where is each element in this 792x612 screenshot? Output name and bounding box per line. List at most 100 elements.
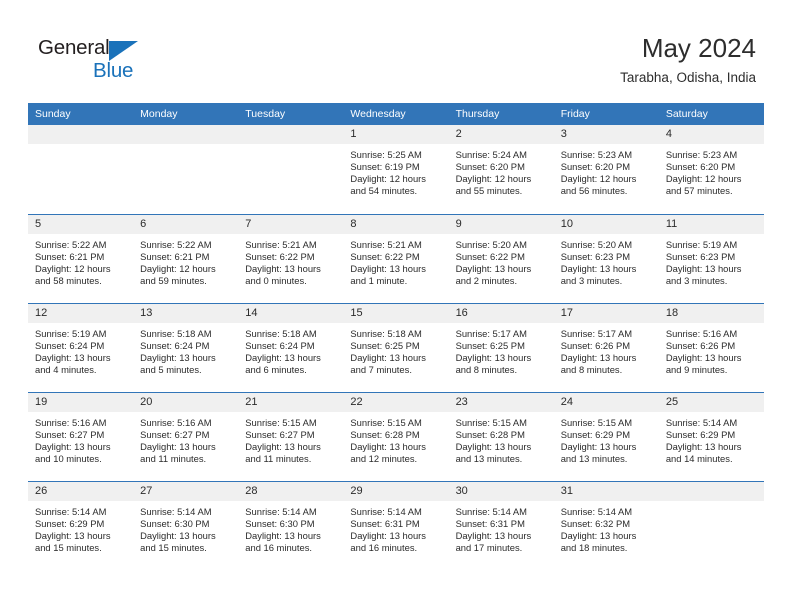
daylight-duration-line2: and 18 minutes. — [560, 541, 628, 553]
calendar-day-cell[interactable]: 24 Sunrise: 5:15 AM Sunset: 6:29 PM Dayligh… — [553, 391, 659, 481]
calendar-day-cell[interactable]: 1 Sunrise: 5:25 AM Sunset: 6:19 PM Daylight… — [343, 125, 449, 214]
calendar-day-cell[interactable]: 25 Sunrise: 5:14 AM Sunset: 6:29 PM Dayligh… — [658, 391, 764, 481]
sunrise-time: Sunrise: 5:18 AM — [140, 327, 212, 339]
weekday-header-thursday: Thursday — [448, 103, 554, 125]
day-number: 17 — [553, 303, 659, 323]
daylight-duration-line2: and 59 minutes. — [140, 274, 207, 286]
calendar-day-cell[interactable]: 7 Sunrise: 5:21 AM Sunset: 6:22 PM Daylight… — [238, 213, 344, 303]
day-number — [238, 125, 344, 144]
daylight-duration-line1: Daylight: 13 hours — [560, 529, 637, 541]
calendar-day-cell[interactable]: 30 Sunrise: 5:14 AM Sunset: 6:31 PM Dayligh… — [448, 480, 554, 570]
calendar-day-cell[interactable]: 27 Sunrise: 5:14 AM Sunset: 6:30 PM Dayligh… — [133, 480, 239, 570]
day-details: Sunrise: 5:22 AM Sunset: 6:21 PM Daylight:… — [133, 234, 238, 287]
day-number: 29 — [343, 481, 449, 501]
sunrise-time: Sunrise: 5:17 AM — [455, 327, 527, 339]
daylight-duration-line1: Daylight: 13 hours — [350, 529, 426, 541]
sunrise-time: Sunrise: 5:20 AM — [560, 238, 633, 250]
sunset-time: Sunset: 6:29 PM — [665, 428, 736, 440]
daylight-duration-line1: Daylight: 13 hours — [140, 440, 216, 452]
daylight-duration-line1: Daylight: 12 hours — [455, 173, 532, 185]
calendar-day-cell[interactable]: 29 Sunrise: 5:14 AM Sunset: 6:31 PM Dayligh… — [343, 480, 449, 570]
title-block: May 2024 Tarabha, Odisha, India — [620, 32, 756, 88]
calendar-day-cell[interactable]: 13 Sunrise: 5:18 AM Sunset: 6:24 PM Dayligh… — [133, 302, 239, 392]
sunrise-time: Sunrise: 5:14 AM — [455, 505, 527, 517]
calendar-day-cell-empty — [238, 125, 344, 214]
sunset-time: Sunset: 6:30 PM — [245, 517, 315, 529]
sunset-time: Sunset: 6:22 PM — [245, 250, 315, 262]
daylight-duration-line1: Daylight: 13 hours — [350, 440, 426, 452]
day-number: 12 — [28, 303, 134, 323]
calendar-day-cell[interactable]: 14 Sunrise: 5:18 AM Sunset: 6:24 PM Dayligh… — [238, 302, 344, 392]
daylight-duration-line2: and 56 minutes. — [560, 185, 628, 197]
calendar-day-cell[interactable]: 22 Sunrise: 5:15 AM Sunset: 6:28 PM Dayligh… — [343, 391, 449, 481]
calendar-day-cell[interactable]: 19 Sunrise: 5:16 AM Sunset: 6:27 PM Dayligh… — [28, 391, 134, 481]
daylight-duration-line2: and 10 minutes. — [35, 452, 102, 464]
sunset-time: Sunset: 6:21 PM — [35, 250, 105, 262]
calendar-day-cell[interactable]: 2 Sunrise: 5:24 AM Sunset: 6:20 PM Daylight… — [448, 125, 554, 214]
page-header: General Blue May 2024 Tarabha, Odisha, I… — [0, 0, 792, 100]
calendar-day-cell[interactable]: 11 Sunrise: 5:19 AM Sunset: 6:23 PM Dayligh… — [658, 213, 764, 303]
calendar-day-cell[interactable]: 20 Sunrise: 5:16 AM Sunset: 6:27 PM Dayligh… — [133, 391, 239, 481]
calendar-week-row: 5 Sunrise: 5:22 AM Sunset: 6:21 PM Daylight… — [28, 213, 764, 303]
daylight-duration-line1: Daylight: 13 hours — [140, 351, 216, 363]
day-details: Sunrise: 5:14 AM Sunset: 6:31 PM Daylight:… — [449, 501, 554, 554]
calendar-day-cell[interactable]: 31 Sunrise: 5:14 AM Sunset: 6:32 PM Dayligh… — [553, 480, 659, 570]
calendar-day-cell[interactable]: 21 Sunrise: 5:15 AM Sunset: 6:27 PM Dayligh… — [238, 391, 344, 481]
sunrise-time: Sunrise: 5:14 AM — [245, 505, 317, 517]
daylight-duration-line2: and 16 minutes. — [245, 541, 312, 553]
calendar-day-cell[interactable]: 18 Sunrise: 5:16 AM Sunset: 6:26 PM Dayligh… — [658, 302, 764, 392]
calendar-day-cell[interactable]: 26 Sunrise: 5:14 AM Sunset: 6:29 PM Dayligh… — [28, 480, 134, 570]
day-details: Sunrise: 5:14 AM Sunset: 6:32 PM Daylight:… — [554, 501, 659, 554]
daylight-duration-line2: and 58 minutes. — [35, 274, 102, 286]
day-details: Sunrise: 5:14 AM Sunset: 6:31 PM Daylight:… — [343, 501, 448, 554]
daylight-duration-line1: Daylight: 12 hours — [665, 173, 742, 185]
day-number: 2 — [448, 125, 554, 144]
calendar-day-cell[interactable]: 3 Sunrise: 5:23 AM Sunset: 6:20 PM Daylight… — [553, 125, 659, 214]
calendar-day-cell[interactable]: 8 Sunrise: 5:21 AM Sunset: 6:22 PM Daylight… — [343, 213, 449, 303]
sunrise-sunset-calendar: Sunday Monday Tuesday Wednesday Thursday Frid… — [28, 103, 764, 570]
day-details: Sunrise: 5:22 AM Sunset: 6:21 PM Daylight:… — [28, 234, 133, 287]
sunrise-time: Sunrise: 5:15 AM — [560, 416, 633, 428]
day-number: 16 — [448, 303, 554, 323]
sunset-time: Sunset: 6:26 PM — [560, 339, 631, 351]
sunset-time: Sunset: 6:19 PM — [350, 161, 420, 173]
calendar-week-row: 12 Sunrise: 5:19 AM Sunset: 6:24 PM Dayligh… — [28, 302, 764, 392]
calendar-day-cell-empty — [133, 125, 239, 214]
daylight-duration-line1: Daylight: 13 hours — [140, 529, 216, 541]
calendar-day-cell[interactable]: 4 Sunrise: 5:23 AM Sunset: 6:20 PM Daylight… — [658, 125, 764, 214]
sunrise-time: Sunrise: 5:21 AM — [245, 238, 317, 250]
calendar-day-cell[interactable]: 6 Sunrise: 5:22 AM Sunset: 6:21 PM Daylight… — [133, 213, 239, 303]
sunrise-time: Sunrise: 5:16 AM — [665, 327, 738, 339]
sunrise-time: Sunrise: 5:14 AM — [140, 505, 212, 517]
daylight-duration-line2: and 17 minutes. — [455, 541, 523, 553]
calendar-day-cell[interactable]: 17 Sunrise: 5:17 AM Sunset: 6:26 PM Dayligh… — [553, 302, 659, 392]
daylight-duration-line1: Daylight: 13 hours — [665, 351, 742, 363]
sunrise-time: Sunrise: 5:23 AM — [665, 149, 738, 160]
daylight-duration-line2: and 4 minutes. — [35, 363, 97, 375]
calendar-day-cell[interactable]: 28 Sunrise: 5:14 AM Sunset: 6:30 PM Dayligh… — [238, 480, 344, 570]
general-blue-logo[interactable]: General Blue — [38, 36, 158, 88]
daylight-duration-line1: Daylight: 12 hours — [140, 262, 216, 274]
daylight-duration-line1: Daylight: 12 hours — [35, 262, 111, 274]
sunset-time: Sunset: 6:20 PM — [560, 161, 631, 173]
calendar-day-cell[interactable]: 9 Sunrise: 5:20 AM Sunset: 6:22 PM Daylight… — [448, 213, 554, 303]
sunrise-time: Sunrise: 5:18 AM — [350, 327, 422, 339]
calendar-day-cell[interactable]: 16 Sunrise: 5:17 AM Sunset: 6:25 PM Dayligh… — [448, 302, 554, 392]
day-number: 30 — [448, 481, 554, 501]
sunrise-time: Sunrise: 5:14 AM — [560, 505, 633, 517]
calendar-day-cell[interactable]: 12 Sunrise: 5:19 AM Sunset: 6:24 PM Dayligh… — [28, 302, 134, 392]
sunrise-time: Sunrise: 5:22 AM — [35, 238, 107, 250]
calendar-day-cell[interactable]: 23 Sunrise: 5:15 AM Sunset: 6:28 PM Dayligh… — [448, 391, 554, 481]
calendar-day-cell[interactable]: 10 Sunrise: 5:20 AM Sunset: 6:23 PM Dayligh… — [553, 213, 659, 303]
calendar-day-cell[interactable]: 15 Sunrise: 5:18 AM Sunset: 6:25 PM Dayligh… — [343, 302, 449, 392]
calendar-week-row: 26 Sunrise: 5:14 AM Sunset: 6:29 PM Dayligh… — [28, 480, 764, 570]
day-details: Sunrise: 5:25 AM Sunset: 6:19 PM Daylight:… — [343, 144, 448, 197]
calendar-body: 1 Sunrise: 5:25 AM Sunset: 6:19 PM Daylight… — [28, 125, 764, 570]
day-details: Sunrise: 5:16 AM Sunset: 6:27 PM Daylight:… — [133, 412, 238, 465]
sunrise-time: Sunrise: 5:14 AM — [35, 505, 107, 517]
day-number: 15 — [343, 303, 449, 323]
day-number: 14 — [238, 303, 344, 323]
calendar-day-cell[interactable]: 5 Sunrise: 5:22 AM Sunset: 6:21 PM Daylight… — [28, 213, 134, 303]
day-number: 23 — [448, 392, 554, 412]
sunrise-time: Sunrise: 5:21 AM — [350, 238, 422, 250]
